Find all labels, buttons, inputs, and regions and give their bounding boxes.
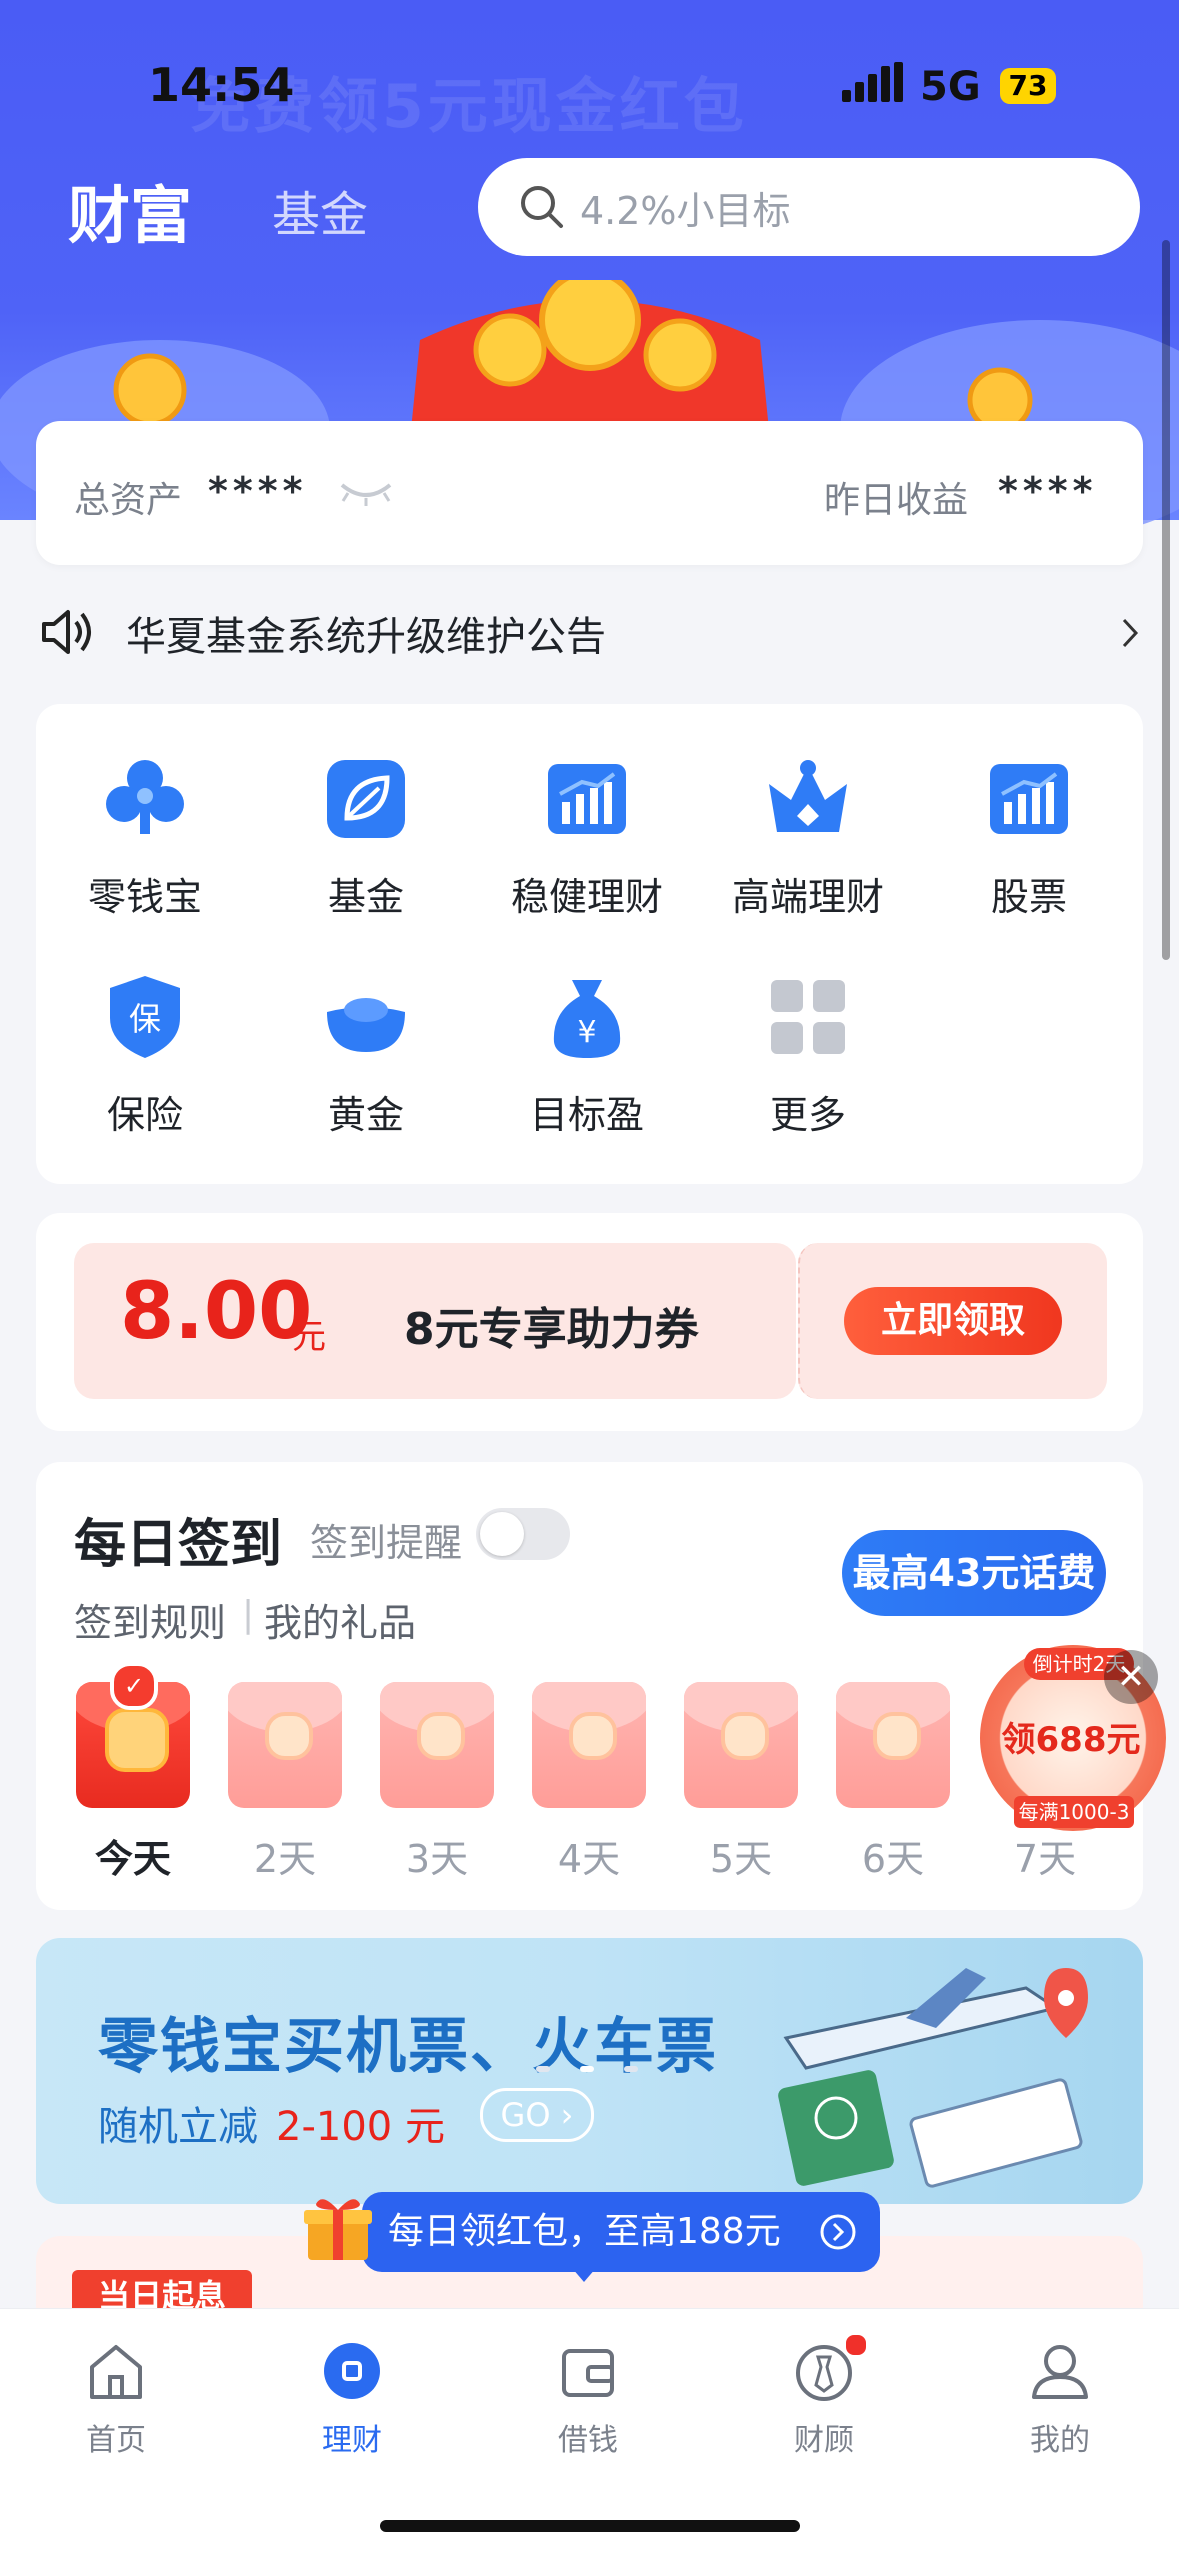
notice-text: 华夏基金系统升级维护公告 (126, 614, 606, 660)
stock-chart-icon (990, 764, 1068, 834)
asset-summary-card[interactable]: 总资产 **** 昨日收益 **** (36, 421, 1143, 565)
claim-button[interactable]: 立即领取 (844, 1287, 1062, 1355)
grid-item-lingqianbao[interactable]: 零钱宝 (45, 754, 245, 921)
tab-wealth[interactable]: 财富 (68, 165, 192, 255)
scrollbar[interactable] (1162, 240, 1170, 960)
red-envelope-icon (228, 1682, 342, 1808)
check-icon: ✓ (110, 1662, 158, 1710)
banner-discount: 2-100 元 (276, 2104, 445, 2150)
redpacket-tooltip[interactable]: 每日领红包，至高188元 (362, 2192, 880, 2272)
promo-amount: 领688元 (1001, 1720, 1141, 1760)
signin-reminder-toggle[interactable] (476, 1508, 570, 1560)
link-separator: | (242, 1594, 255, 1635)
grid-item-target[interactable]: ¥ 目标盈 (487, 972, 687, 1139)
bar-chart-icon (548, 764, 626, 834)
home-indicator (380, 2520, 800, 2532)
shield-icon: 保 (110, 976, 180, 1058)
gold-ingot-icon (327, 998, 405, 1052)
my-gifts-link[interactable]: 我的礼品 (264, 1592, 416, 1647)
gift-icon (304, 2199, 372, 2260)
tab-advisor[interactable]: 财顾 (744, 2333, 904, 2459)
grid-item-steady[interactable]: 稳健理财 (487, 754, 687, 921)
red-envelope-icon (684, 1682, 798, 1808)
banner-subtitle: 随机立减 (98, 2104, 258, 2150)
carousel-dot-active (580, 2066, 594, 2072)
travel-illustration (778, 1968, 1088, 2188)
coupon-unit: 元 (292, 1317, 326, 1357)
red-envelope-icon (380, 1682, 494, 1808)
coupon-title: 8元专享助力券 (404, 1304, 699, 1355)
red-envelope-icon (836, 1682, 950, 1808)
wallet-icon (562, 2349, 614, 2397)
coupon-amount: 8.00 (120, 1267, 313, 1357)
red-envelope-icon (532, 1682, 646, 1808)
eye-closed-icon[interactable] (338, 477, 394, 507)
product-grid: 零钱宝 基金 稳健理财 高端理财 股票 保 保险 黄金 ¥ 目标盈 更多 (36, 704, 1143, 1184)
status-time: 14:54 (148, 58, 295, 112)
tab-home[interactable]: 首页 (36, 2339, 196, 2459)
total-assets-label: 总资产 (74, 480, 183, 521)
grid-item-gold[interactable]: 黄金 (266, 972, 466, 1139)
bonus-pill[interactable]: 最高43元话费 (842, 1530, 1106, 1616)
tab-profile[interactable]: 我的 (980, 2339, 1140, 2459)
total-assets-value: **** (208, 469, 308, 513)
svg-text:保: 保 (129, 1000, 161, 1038)
grid-item-fund[interactable]: 基金 (266, 754, 466, 921)
home-icon (90, 2345, 142, 2399)
battery-indicator: 73 (1000, 68, 1056, 104)
grid-item-insurance[interactable]: 保 保险 (45, 972, 245, 1139)
signin-day-3[interactable]: 3天 (380, 1682, 494, 1883)
grid-more-icon (771, 980, 845, 1054)
signin-day-5[interactable]: 5天 (684, 1682, 798, 1883)
carousel-dot (624, 2066, 638, 2072)
notice-bar[interactable]: 华夏基金系统升级维护公告 (0, 590, 1179, 670)
tab-fund[interactable]: 基金 (272, 175, 368, 245)
promo-condition: 每满1000-3 (1014, 1796, 1134, 1828)
signin-day-2[interactable]: 2天 (228, 1682, 342, 1883)
search-placeholder: 4.2%小目标 (580, 188, 791, 233)
coupon-body[interactable]: 8.00 元 8元专享助力券 (74, 1243, 796, 1399)
banner-title: 零钱宝买机票、火车票 (98, 2012, 718, 2082)
grid-item-more[interactable]: 更多 (708, 972, 908, 1139)
wealth-icon (324, 2343, 380, 2399)
svg-text:¥: ¥ (577, 1015, 596, 1050)
signin-day-4[interactable]: 4天 (532, 1682, 646, 1883)
tab-borrow[interactable]: 借钱 (508, 2339, 668, 2459)
signin-day-today[interactable]: 今天 (76, 1682, 190, 1883)
yesterday-earnings-value: **** (998, 469, 1098, 513)
close-icon[interactable]: ✕ (1104, 1650, 1158, 1704)
coupon-action: 立即领取 (798, 1243, 1107, 1399)
signin-title: 每日签到 (74, 1515, 283, 1575)
notification-dot (844, 2333, 868, 2357)
arrow-circle-icon (820, 2214, 856, 2250)
chevron-right-icon (1122, 618, 1139, 648)
speaker-icon (42, 610, 91, 654)
tab-wealth-management[interactable]: 理财 (272, 2339, 432, 2459)
signal-icon (842, 62, 903, 102)
profile-icon (1032, 2345, 1088, 2399)
daily-signin-card: 每日签到 签到提醒 签到规则 | 我的礼品 最高43元话费 今天 2天 3天 4… (36, 1462, 1143, 1910)
banner-go-button[interactable]: GO › (480, 2088, 594, 2142)
carousel-dot (536, 2066, 550, 2072)
grid-item-stocks[interactable]: 股票 (929, 754, 1129, 921)
grid-item-premium[interactable]: 高端理财 (708, 754, 908, 921)
leaf-icon (327, 760, 405, 838)
signin-rules-link[interactable]: 签到规则 (74, 1592, 226, 1647)
clover-icon (106, 760, 184, 834)
signin-day-6[interactable]: 6天 (836, 1682, 950, 1883)
coupon-card: 8.00 元 8元专享助力券 立即领取 (36, 1213, 1143, 1431)
yesterday-earnings-label: 昨日收益 (824, 480, 969, 521)
signin-reminder-label: 签到提醒 (310, 1521, 463, 1565)
money-bag-icon: ¥ (553, 980, 621, 1058)
search-input[interactable]: 4.2%小目标 (478, 158, 1140, 256)
crown-icon (769, 760, 847, 832)
network-label: 5G (920, 64, 981, 110)
search-icon (521, 186, 563, 228)
tooltip-pointer (572, 2268, 596, 2282)
